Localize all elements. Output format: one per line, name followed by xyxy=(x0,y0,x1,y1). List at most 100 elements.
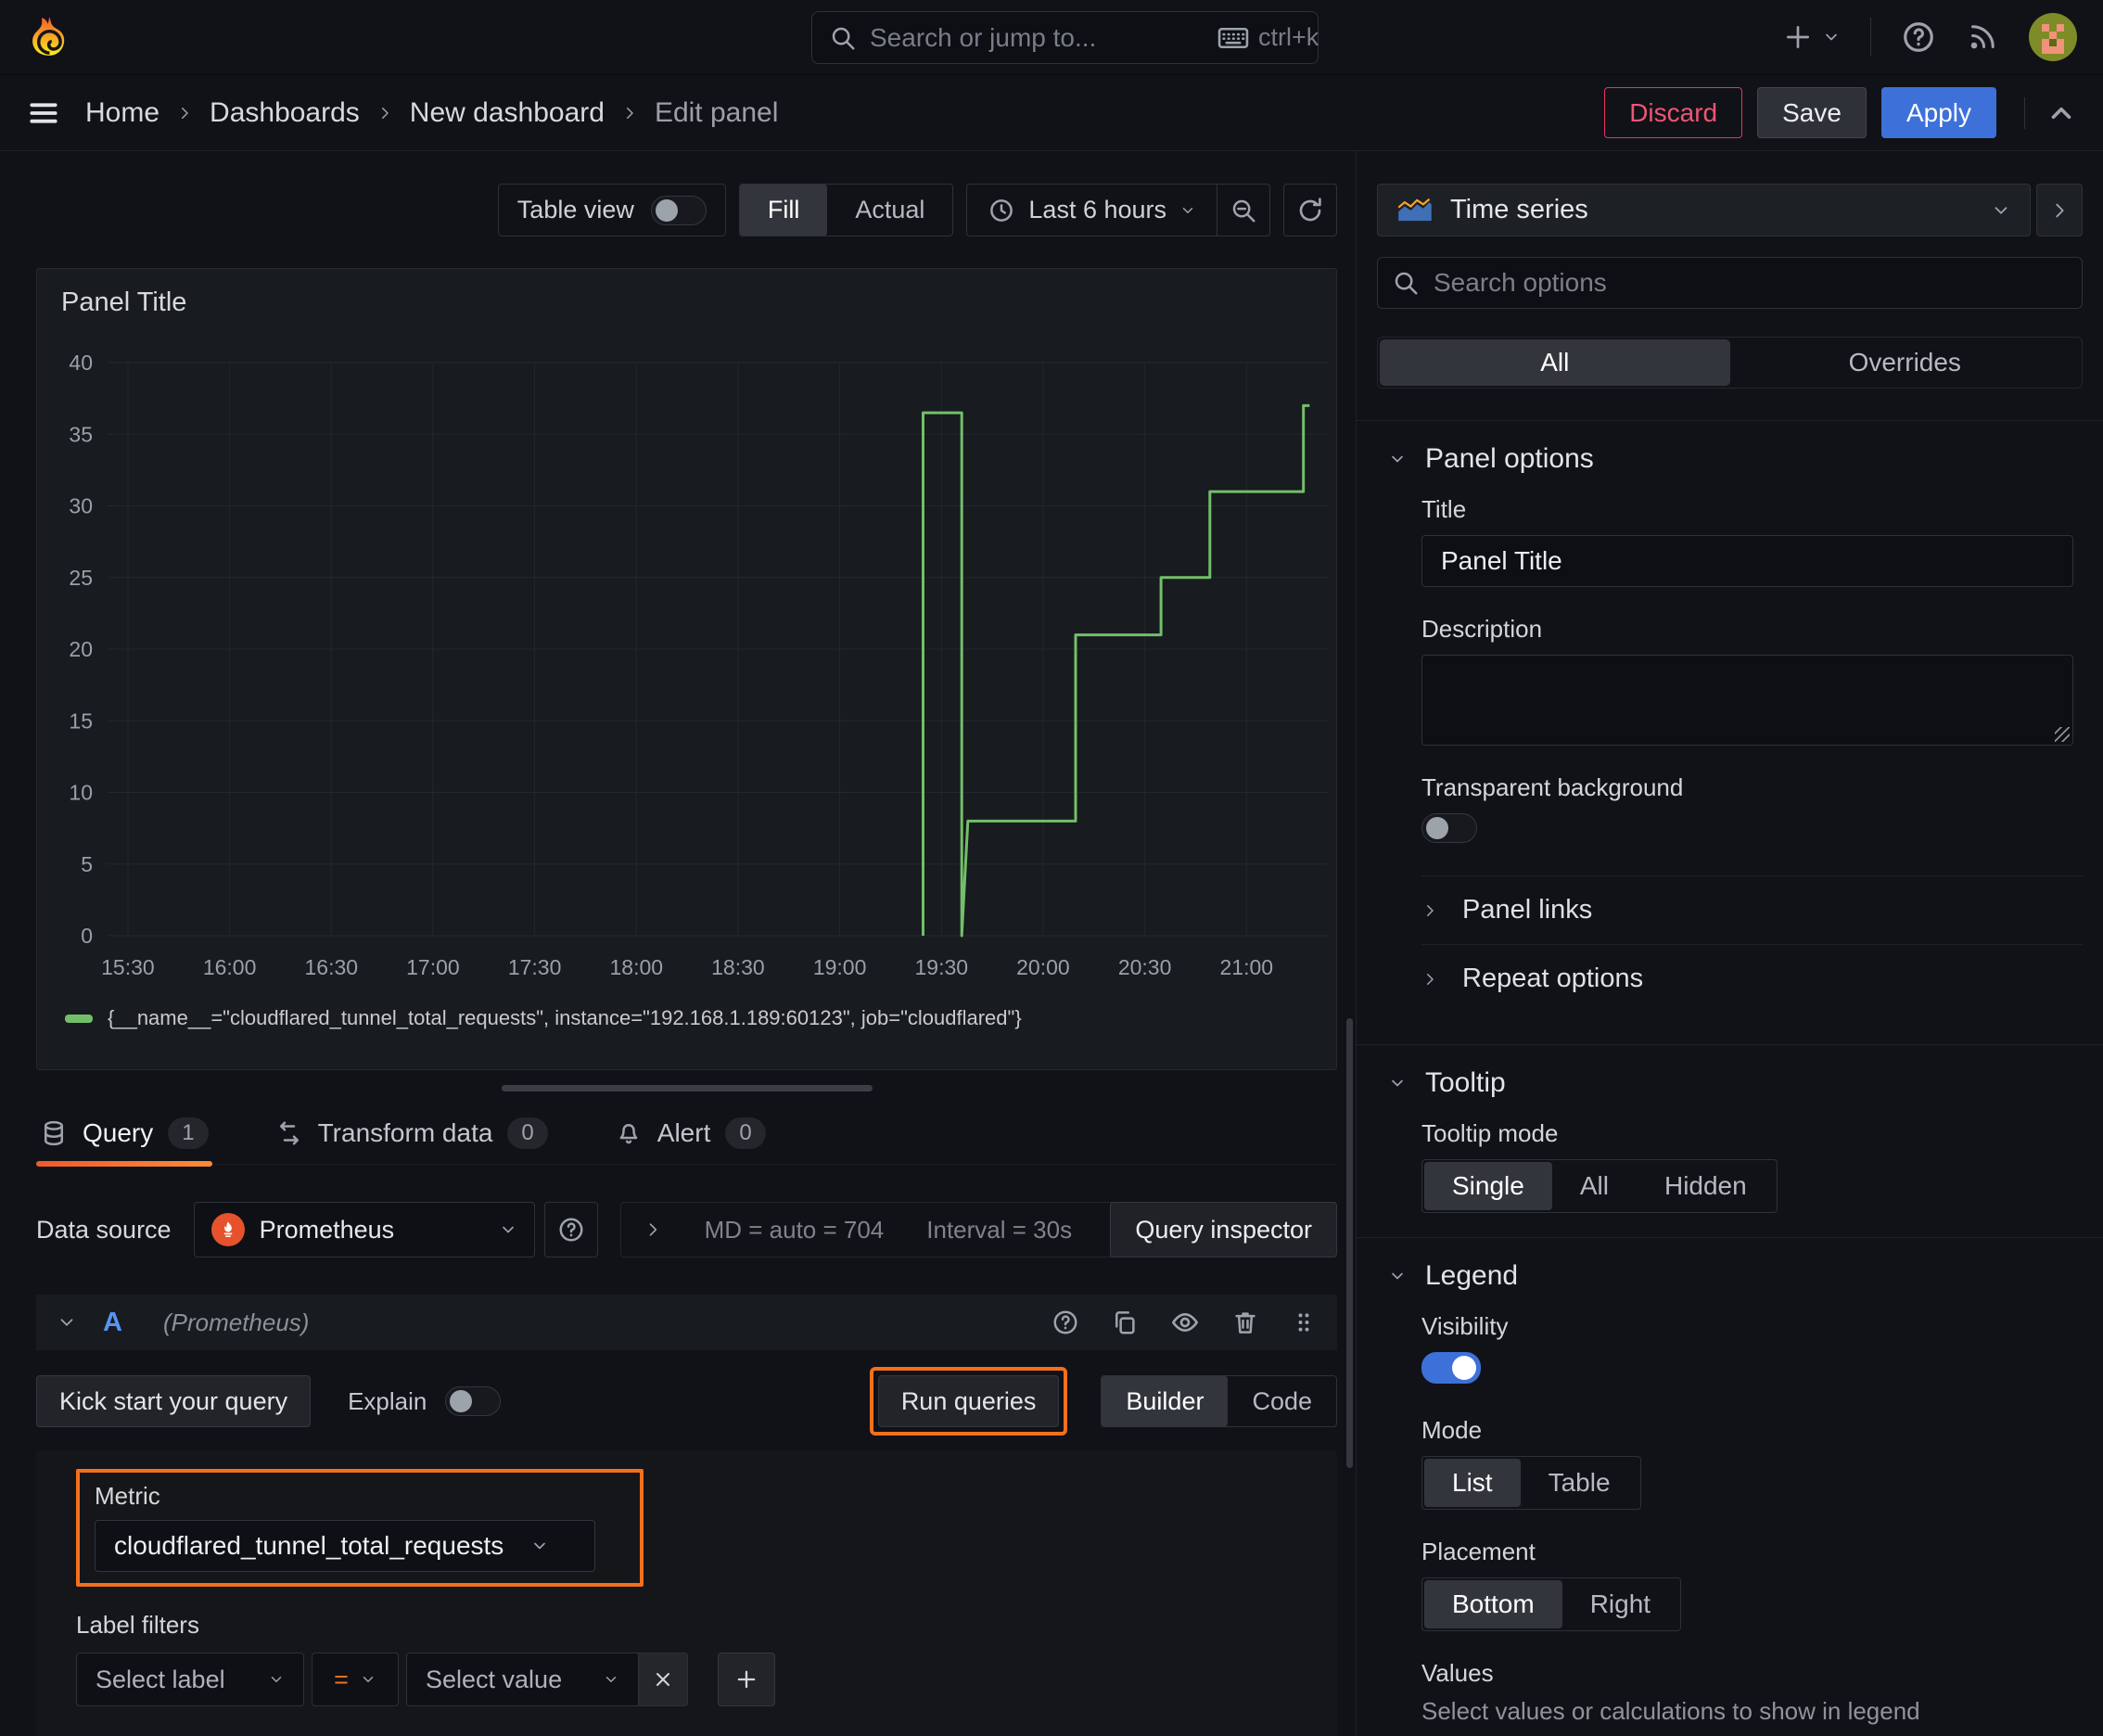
repeat-options-section[interactable]: Repeat options xyxy=(1421,944,2083,1013)
legend-placement-label: Placement xyxy=(1421,1538,1536,1565)
discard-button[interactable]: Discard xyxy=(1604,87,1743,138)
svg-text:16:00: 16:00 xyxy=(203,955,257,979)
placement-bottom[interactable]: Bottom xyxy=(1424,1580,1562,1628)
explain-label: Explain xyxy=(348,1386,427,1415)
options-search-input[interactable] xyxy=(1377,257,2083,309)
datasource-help-button[interactable] xyxy=(543,1202,598,1257)
tab-transform-data[interactable]: Transform data 0 xyxy=(272,1108,552,1164)
fill-option[interactable]: Fill xyxy=(739,185,828,236)
alert-count-badge: 0 xyxy=(725,1117,766,1149)
table-view-toggle[interactable] xyxy=(650,195,707,225)
explain-toggle[interactable] xyxy=(445,1386,502,1416)
legend-mode-list[interactable]: List xyxy=(1424,1459,1521,1507)
time-range-picker[interactable]: Last 6 hours xyxy=(967,185,1217,236)
collapse-options-icon[interactable] xyxy=(2024,96,2077,129)
options-pane: Time series All Overrides Panel options … xyxy=(1356,151,2103,1736)
save-button[interactable]: Save xyxy=(1757,87,1867,138)
resize-grip-icon[interactable] xyxy=(2055,727,2070,742)
metric-select[interactable]: cloudflared_tunnel_total_requests xyxy=(95,1520,595,1572)
chevron-down-icon[interactable] xyxy=(57,1312,77,1333)
tooltip-hidden-option[interactable]: Hidden xyxy=(1637,1162,1775,1210)
svg-text:19:30: 19:30 xyxy=(914,955,968,979)
new-menu-button[interactable] xyxy=(1783,22,1841,52)
refresh-button[interactable] xyxy=(1283,184,1337,236)
breadcrumb-home[interactable]: Home xyxy=(85,97,159,129)
breadcrumb-dashboards[interactable]: Dashboards xyxy=(210,97,360,129)
panel-title-input[interactable] xyxy=(1421,535,2073,587)
datasource-label: Data source xyxy=(36,1215,172,1244)
tooltip-all-option[interactable]: All xyxy=(1552,1162,1637,1210)
query-options-collapsed[interactable]: MD = auto = 704 Interval = 30s xyxy=(619,1202,1144,1257)
actual-option[interactable]: Actual xyxy=(827,185,952,236)
remove-query-icon[interactable] xyxy=(1231,1308,1259,1336)
operator-dropdown[interactable]: = xyxy=(312,1653,399,1706)
select-label-dropdown[interactable]: Select label xyxy=(76,1653,304,1706)
add-filter-button[interactable] xyxy=(718,1653,775,1706)
legend-visibility-toggle[interactable] xyxy=(1421,1352,1481,1384)
options-tab-overrides[interactable]: Overrides xyxy=(1730,339,2081,386)
chevron-down-icon xyxy=(360,1671,376,1688)
tooltip-mode-switch: Single All Hidden xyxy=(1421,1159,1778,1213)
tooltip-single-option[interactable]: Single xyxy=(1424,1162,1552,1210)
remove-filter-button[interactable] xyxy=(639,1653,688,1706)
keyboard-icon xyxy=(1217,26,1249,50)
shortcut-hint: ctrl+k xyxy=(1217,23,1319,52)
builder-option[interactable]: Builder xyxy=(1102,1376,1229,1426)
run-queries-button[interactable]: Run queries xyxy=(877,1375,1060,1427)
series-label[interactable]: {__name__="cloudflared_tunnel_total_requ… xyxy=(108,1006,1022,1030)
user-avatar[interactable] xyxy=(2029,13,2077,61)
select-value-dropdown[interactable]: Select value xyxy=(406,1653,639,1706)
news-icon[interactable] xyxy=(1966,20,1999,54)
apply-button[interactable]: Apply xyxy=(1880,87,1996,138)
svg-text:17:30: 17:30 xyxy=(508,955,562,979)
tab-query[interactable]: Query 1 xyxy=(36,1108,212,1167)
query-help-icon[interactable] xyxy=(1052,1308,1079,1336)
svg-text:17:00: 17:00 xyxy=(406,955,460,979)
svg-text:18:00: 18:00 xyxy=(609,955,663,979)
description-textarea[interactable] xyxy=(1421,655,2073,746)
metric-label: Metric xyxy=(95,1482,160,1510)
svg-text:16:30: 16:30 xyxy=(304,955,358,979)
legend-mode-table[interactable]: Table xyxy=(1521,1459,1638,1507)
legend-section[interactable]: Legend xyxy=(1377,1238,2083,1312)
chevron-right-icon xyxy=(644,1220,662,1239)
tab-alert[interactable]: Alert 0 xyxy=(611,1108,770,1164)
query-inspector-button[interactable]: Query inspector xyxy=(1110,1202,1337,1257)
svg-text:19:00: 19:00 xyxy=(813,955,867,979)
viz-suggestions-button[interactable] xyxy=(2036,184,2083,236)
drag-query-icon[interactable] xyxy=(1291,1309,1317,1335)
panel-options-section[interactable]: Panel options xyxy=(1377,421,2083,495)
svg-text:40: 40 xyxy=(69,351,93,375)
table-view-toggle-group: Table view xyxy=(497,184,726,236)
transparent-background-toggle[interactable] xyxy=(1421,813,1477,843)
code-option[interactable]: Code xyxy=(1228,1376,1336,1426)
placement-right[interactable]: Right xyxy=(1562,1580,1678,1628)
options-tab-all[interactable]: All xyxy=(1380,339,1730,386)
hide-query-icon[interactable] xyxy=(1170,1308,1200,1337)
kick-start-button[interactable]: Kick start your query xyxy=(36,1375,312,1427)
menu-icon[interactable] xyxy=(26,96,61,131)
global-search-input[interactable] xyxy=(870,22,1204,53)
grafana-logo-icon[interactable] xyxy=(26,14,72,60)
viz-toolbar: Table view Fill Actual Last 6 hours xyxy=(36,184,1337,236)
chart-legend[interactable]: {__name__="cloudflared_tunnel_total_requ… xyxy=(37,1006,1336,1030)
panel-links-section[interactable]: Panel links xyxy=(1421,875,2083,944)
visualization-picker[interactable]: Time series xyxy=(1377,184,2031,236)
duplicate-query-icon[interactable] xyxy=(1111,1308,1139,1336)
transparent-background-label: Transparent background xyxy=(1421,773,1684,801)
scrollbar[interactable] xyxy=(1346,1018,1353,1468)
global-search[interactable]: ctrl+k xyxy=(811,11,1319,64)
pane-resize-handle[interactable] xyxy=(501,1085,873,1091)
chevron-down-icon xyxy=(603,1671,619,1688)
timeseries-chart[interactable]: 0 5 10 15 20 25 30 35 40 15:30 16:00 16:30 17:00 17:3… xyxy=(37,326,1335,988)
edit-pane: Table view Fill Actual Last 6 hours Pane… xyxy=(0,151,1356,1736)
time-zoom-out-button[interactable] xyxy=(1217,185,1269,236)
help-icon[interactable] xyxy=(1901,19,1936,55)
query-ref-id: A xyxy=(103,1307,122,1337)
query-row-header[interactable]: A (Prometheus) xyxy=(36,1295,1337,1350)
chevron-right-icon xyxy=(621,105,638,121)
tooltip-section[interactable]: Tooltip xyxy=(1377,1045,2083,1119)
chevron-down-icon xyxy=(1388,1267,1407,1285)
breadcrumb-new-dashboard[interactable]: New dashboard xyxy=(410,97,605,129)
datasource-picker[interactable]: Prometheus xyxy=(193,1202,535,1257)
